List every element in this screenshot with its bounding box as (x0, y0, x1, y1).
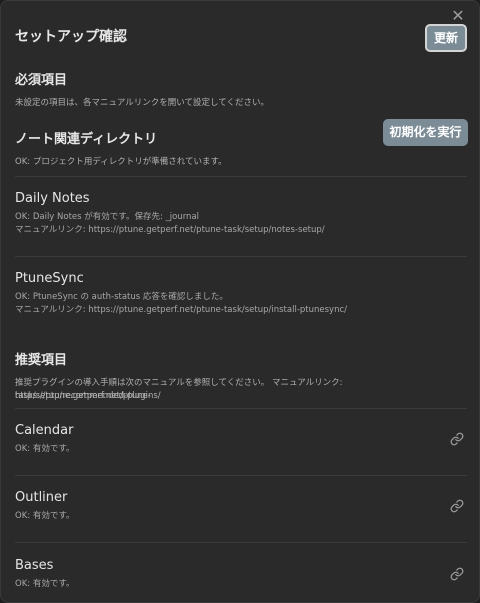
note-dir-heading: ノート関連ディレクトリ (15, 132, 158, 147)
refresh-button[interactable]: 更新 (425, 24, 467, 52)
note-dir-status: OK: プロジェクト用ディレクトリが準備されています。 (15, 157, 227, 167)
required-description: 未設定の項目は、各マニュアルリンクを開いて設定してください。 (15, 98, 269, 108)
plugin-status: OK: 有効です。 (15, 511, 75, 521)
plugin-status: OK: 有効です。 (15, 579, 75, 589)
divider (15, 408, 467, 409)
recommended-description-line2: task/setup/recommended-plugins/ (15, 391, 161, 401)
divider (15, 475, 467, 476)
required-item-name: Daily Notes (15, 191, 90, 206)
plugin-name: Calendar (15, 423, 74, 438)
close-icon[interactable]: ✕ (449, 7, 467, 25)
plugin-name: Outliner (15, 490, 68, 505)
link-icon[interactable] (450, 567, 464, 581)
link-icon[interactable] (450, 499, 464, 513)
recommended-heading: 推奨項目 (15, 353, 68, 368)
divider (15, 542, 467, 543)
setup-check-modal: ✕ セットアップ確認 更新 必須項目 未設定の項目は、各マニュアルリンクを開いて… (0, 0, 480, 603)
required-item-status: OK: Daily Notes が有効です。保存先: _journal (15, 212, 200, 222)
required-item-status: OK: PtuneSync の auth-status 応答を確認しました。 (15, 292, 228, 302)
required-item-manual-link[interactable]: マニュアルリンク: https://ptune.getperf.net/ptun… (15, 224, 325, 237)
link-icon[interactable] (450, 432, 464, 446)
plugin-name: Bases (15, 558, 54, 573)
initialize-button[interactable]: 初期化を実行 (383, 119, 468, 146)
required-item-name: PtuneSync (15, 271, 84, 286)
divider (15, 176, 467, 177)
modal-title: セットアップ確認 (15, 29, 127, 45)
plugin-status: OK: 有効です。 (15, 444, 75, 454)
required-heading: 必須項目 (15, 73, 68, 88)
divider (15, 256, 467, 257)
required-item-manual-link[interactable]: マニュアルリンク: https://ptune.getperf.net/ptun… (15, 304, 347, 317)
